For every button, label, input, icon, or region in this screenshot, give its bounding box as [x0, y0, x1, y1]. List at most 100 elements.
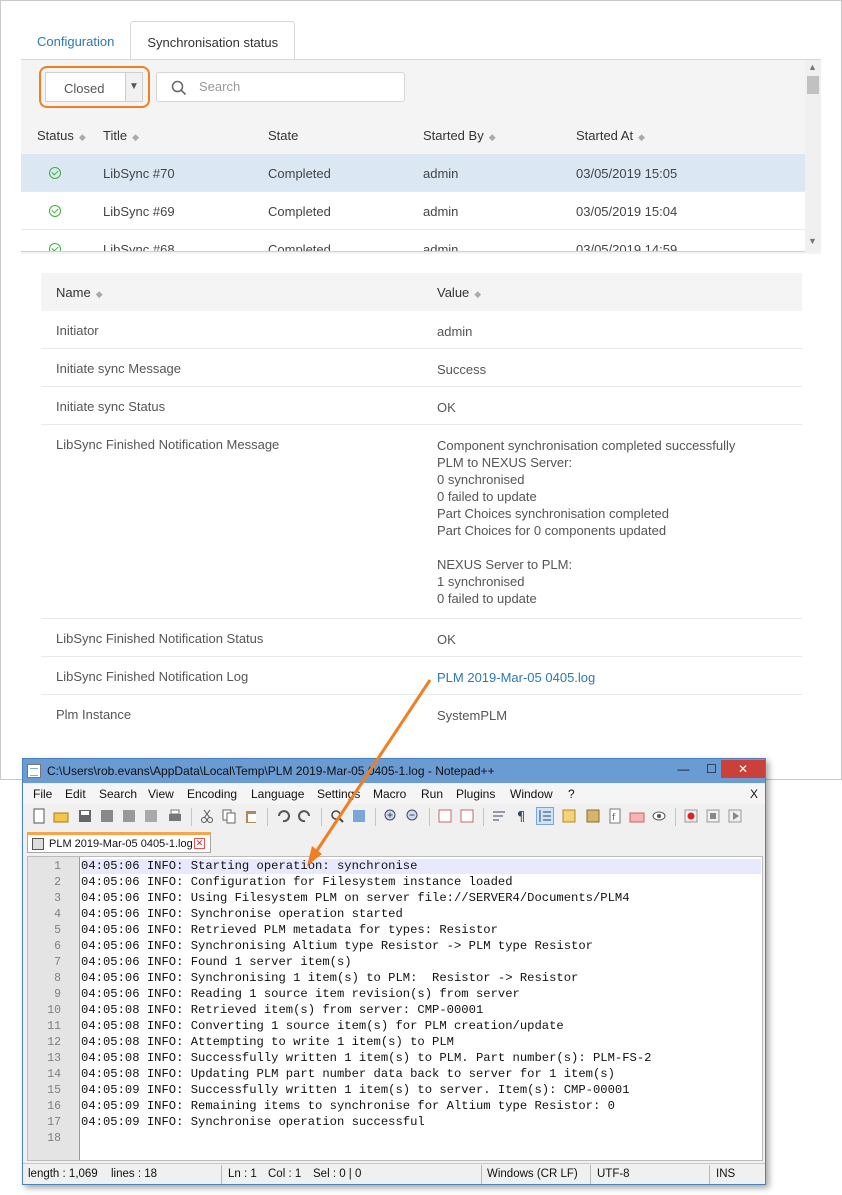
close-tab-icon[interactable]: ✕: [194, 838, 205, 849]
scroll-down-icon[interactable]: ▼: [808, 236, 817, 246]
status-insert-mode[interactable]: INS: [716, 1168, 735, 1180]
detail-name: LibSync Finished Notification Status: [56, 631, 264, 646]
detail-row: Plm Instance SystemPLM: [41, 695, 802, 733]
col-status-header[interactable]: Status ◆: [37, 128, 86, 143]
log-file-link[interactable]: PLM 2019-Mar-05 0405.log: [437, 669, 595, 686]
status-length: length : 1,069: [28, 1168, 98, 1180]
line-number: 8: [54, 972, 61, 985]
status-encoding[interactable]: UTF-8: [597, 1168, 630, 1180]
user-language-icon[interactable]: [561, 808, 577, 824]
folder-as-workspace-icon[interactable]: [629, 808, 645, 824]
menu-edit[interactable]: Edit: [65, 787, 86, 801]
show-all-characters-icon[interactable]: ¶: [513, 808, 529, 824]
menu-plugins[interactable]: Plugins: [456, 787, 495, 801]
scroll-up-icon[interactable]: ▲: [808, 62, 817, 72]
close-all-icon[interactable]: [143, 808, 159, 824]
file-tab[interactable]: PLM 2019-Mar-05 0405-1.log ✕: [27, 832, 211, 853]
text-editor[interactable]: 1 2 3 4 5 6 7 8 9 10 11 12 13 14 15 16 17 18 04:05:06 INF…: [27, 856, 763, 1161]
svg-text:¶: ¶: [517, 810, 525, 824]
monitoring-eye-icon[interactable]: [651, 808, 667, 824]
status-col: Col : 1: [268, 1168, 302, 1180]
minimize-button[interactable]: —: [670, 760, 697, 778]
line-number: 12: [47, 1036, 61, 1049]
table-row[interactable]: LibSync #68 Completed admin 03/05/2019 1…: [21, 230, 805, 252]
grid-scrollbar[interactable]: ▲ ▼: [805, 60, 821, 252]
line-number: 16: [47, 1100, 61, 1113]
menu-encoding[interactable]: Encoding: [187, 787, 237, 801]
undo-icon[interactable]: [275, 808, 291, 824]
indent-guide-icon[interactable]: [536, 807, 554, 825]
new-file-icon[interactable]: [31, 808, 47, 824]
menu-file[interactable]: File: [33, 787, 52, 801]
close-document-button[interactable]: X: [750, 787, 758, 801]
search-input[interactable]: [199, 79, 389, 94]
sort-icon: ◆: [638, 132, 646, 142]
tab-synchronisation-status[interactable]: Synchronisation status: [130, 21, 296, 61]
status-eol[interactable]: Windows (CR LF): [487, 1168, 578, 1180]
menu-help[interactable]: ?: [568, 787, 575, 801]
toolbar-separator: [483, 808, 484, 826]
menu-search[interactable]: Search: [99, 787, 137, 801]
col-started-by-header[interactable]: Started By ◆: [423, 128, 496, 143]
redo-icon[interactable]: [297, 808, 313, 824]
search-field[interactable]: [156, 72, 405, 102]
word-wrap-icon[interactable]: [491, 808, 507, 824]
open-folder-icon[interactable]: [53, 808, 69, 824]
paste-icon[interactable]: [243, 808, 259, 824]
close-button[interactable]: ✕: [721, 760, 765, 778]
function-list-icon[interactable]: f: [607, 808, 623, 824]
detail-value: Success: [437, 362, 487, 377]
close-file-icon[interactable]: [121, 808, 137, 824]
status-separator: [481, 1165, 482, 1184]
status-filter-select[interactable]: Closed ▼: [45, 72, 143, 102]
table-row[interactable]: LibSync #69 Completed admin 03/05/2019 1…: [21, 192, 805, 230]
grid-header: Status ◆ Title ◆ State Started By ◆ Started…: [21, 116, 805, 154]
sync-horizontal-icon[interactable]: [459, 808, 475, 824]
replace-icon[interactable]: [351, 808, 367, 824]
menu-window[interactable]: Window: [510, 787, 553, 801]
cut-icon[interactable]: [199, 808, 215, 824]
play-macro-icon[interactable]: [727, 808, 743, 824]
col-title-header[interactable]: Title ◆: [103, 128, 139, 143]
menu-language[interactable]: Language: [251, 787, 304, 801]
col-value-header[interactable]: Value ◆: [437, 285, 481, 300]
menu-macro[interactable]: Macro: [373, 787, 406, 801]
col-name-header[interactable]: Name ◆: [56, 285, 103, 300]
zoom-out-icon[interactable]: [405, 808, 421, 824]
chevron-down-icon[interactable]: ▼: [125, 73, 142, 101]
toolbar-separator: [267, 808, 268, 826]
notepad-titlebar[interactable]: C:\Users\rob.evans\AppData\Local\Temp\PL…: [23, 759, 765, 783]
menu-view[interactable]: View: [148, 787, 174, 801]
menu-settings[interactable]: Settings: [317, 787, 360, 801]
record-macro-icon[interactable]: [683, 808, 699, 824]
completed-check-icon: [49, 167, 61, 179]
find-icon[interactable]: [329, 808, 345, 824]
detail-row: LibSync Finished Notification Status OK: [41, 619, 802, 657]
document-map-icon[interactable]: [585, 808, 601, 824]
zoom-in-icon[interactable]: [383, 808, 399, 824]
toolbar-separator: [375, 808, 376, 826]
print-icon[interactable]: [167, 808, 183, 824]
line-number: 14: [47, 1068, 61, 1081]
scrollbar-thumb[interactable]: [807, 76, 819, 94]
line-number: 15: [47, 1084, 61, 1097]
col-started-at-header[interactable]: Started At ◆: [576, 128, 645, 143]
save-icon[interactable]: [77, 808, 93, 824]
status-filter-value: Closed: [64, 81, 105, 96]
window-title: C:\Users\rob.evans\AppData\Local\Temp\PL…: [47, 764, 495, 778]
tab-configuration[interactable]: Configuration: [21, 21, 130, 61]
col-state-header[interactable]: State: [268, 128, 298, 143]
row-state: Completed: [268, 204, 331, 219]
save-all-icon[interactable]: [99, 808, 115, 824]
menu-run[interactable]: Run: [421, 787, 443, 801]
sync-vertical-icon[interactable]: [437, 808, 453, 824]
detail-name: Initiate sync Status: [56, 399, 166, 414]
notepad-window: C:\Users\rob.evans\AppData\Local\Temp\PL…: [22, 758, 766, 1185]
row-started-by: admin: [423, 166, 459, 181]
line-number: 2: [54, 876, 61, 889]
stop-macro-icon[interactable]: [705, 808, 721, 824]
table-row[interactable]: LibSync #70 Completed admin 03/05/2019 1…: [21, 154, 805, 192]
detail-row: LibSync Finished Notification Message Co…: [41, 425, 802, 619]
sort-icon: ◆: [95, 289, 103, 299]
copy-icon[interactable]: [221, 808, 237, 824]
